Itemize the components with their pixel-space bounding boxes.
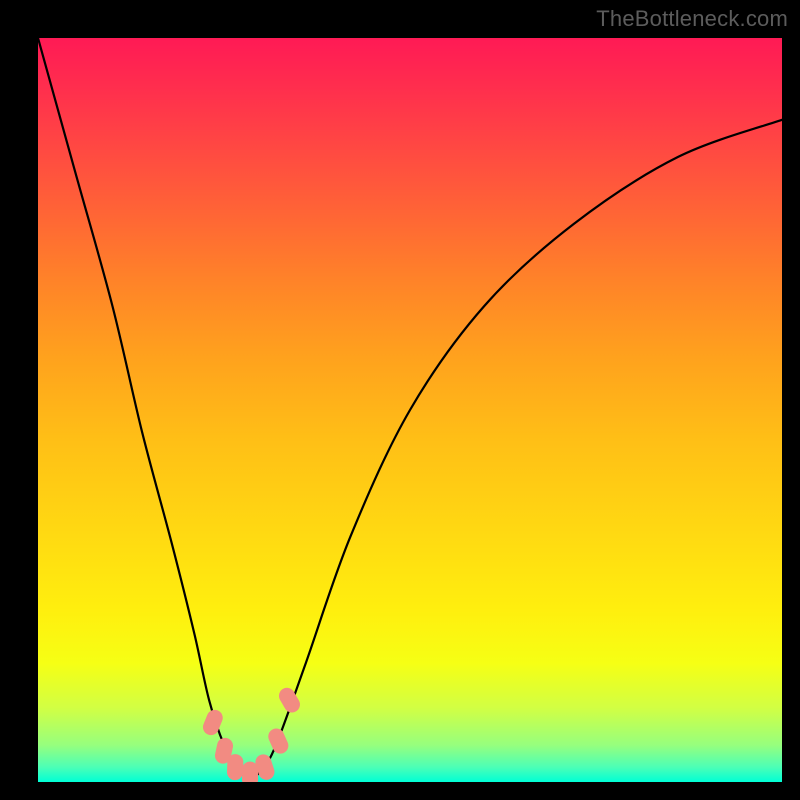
plot-area — [38, 38, 782, 782]
curve-markers — [201, 685, 303, 782]
curve-marker — [276, 685, 303, 716]
curve-marker — [227, 754, 244, 781]
curve-marker — [266, 726, 291, 756]
chart-frame: TheBottleneck.com — [0, 0, 800, 800]
watermark-text: TheBottleneck.com — [596, 6, 788, 32]
bottleneck-chart — [38, 38, 782, 782]
curve-marker — [242, 762, 258, 782]
bottleneck-curve-line — [38, 38, 782, 777]
curve-marker — [201, 707, 226, 737]
